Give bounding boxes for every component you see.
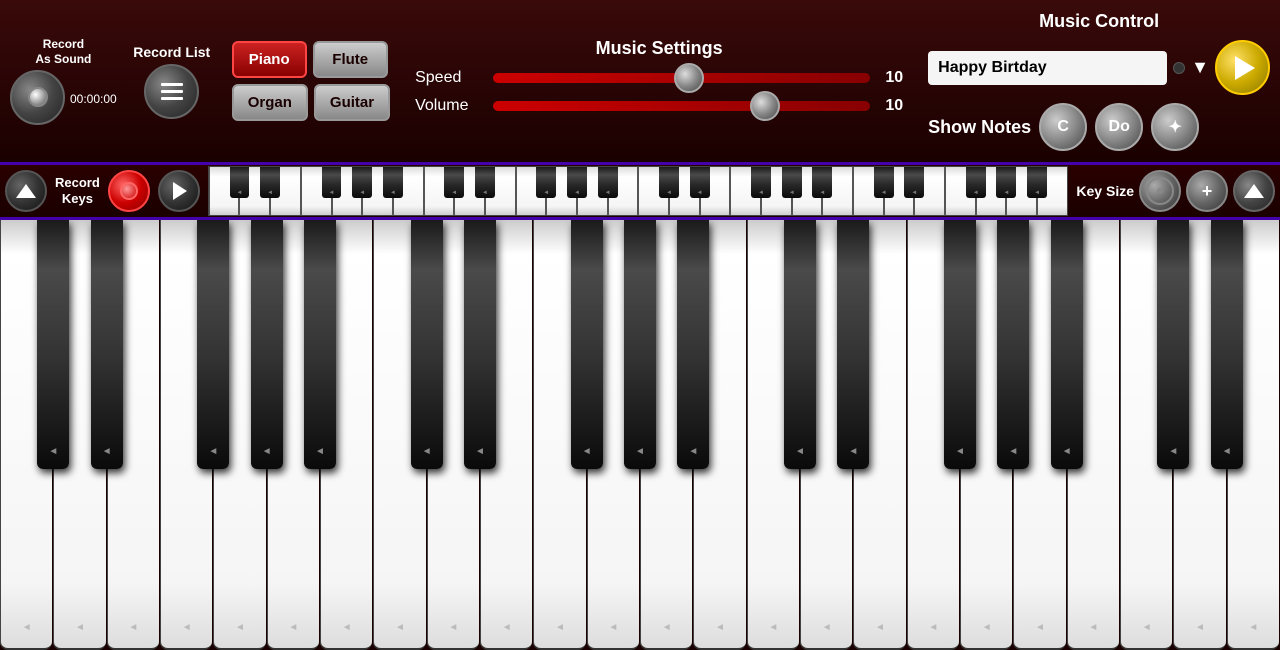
speed-knob[interactable]	[674, 63, 704, 93]
up-arrow-icon-2	[1244, 184, 1264, 198]
volume-slider-track	[493, 101, 870, 111]
song-dropdown-arrow[interactable]: ▼	[1191, 57, 1209, 78]
instrument-piano[interactable]: Piano	[232, 41, 307, 78]
mini-keyboard: ◄ ◄ ◄ ◄ ◄ ◄ ◄ ◄ ◄ ◄ ◄ ◄ ◄ ◄ ◄ ◄ ◄ ◄ ◄ ◄	[208, 166, 1069, 216]
play-icon	[173, 182, 187, 200]
volume-value: 10	[878, 97, 903, 115]
mini-black-key[interactable]: ◄	[690, 167, 710, 198]
record-keys-section: RecordKeys	[55, 175, 100, 206]
black-key[interactable]: ◄	[464, 220, 496, 469]
speed-label: Speed	[415, 69, 485, 87]
black-key[interactable]: ◄	[624, 220, 656, 469]
mini-black-key[interactable]: ◄	[444, 167, 464, 198]
mini-black-key[interactable]: ◄	[230, 167, 250, 198]
black-key[interactable]: ◄	[251, 220, 283, 469]
volume-knob[interactable]	[750, 91, 780, 121]
key-size-plus-button[interactable]: +	[1186, 170, 1228, 212]
volume-row: Volume 10	[415, 97, 903, 115]
record-list-section: Record List	[127, 44, 217, 119]
note-extra-button[interactable]: ✦	[1151, 103, 1199, 151]
music-control-title: Music Control	[928, 11, 1270, 32]
instrument-organ[interactable]: Organ	[232, 84, 308, 121]
play-keys-button[interactable]	[158, 170, 200, 212]
song-dot-indicator	[1173, 62, 1185, 74]
speed-slider-track	[493, 73, 870, 83]
mini-black-key[interactable]: ◄	[598, 167, 618, 198]
black-key[interactable]: ◄	[997, 220, 1029, 469]
show-notes-label: Show Notes	[928, 117, 1031, 138]
instrument-guitar[interactable]: Guitar	[314, 84, 390, 121]
black-key[interactable]: ◄	[784, 220, 816, 469]
note-c-button[interactable]: C	[1039, 103, 1087, 151]
key-size-label: Key Size	[1076, 183, 1134, 199]
mini-black-key[interactable]: ◄	[1027, 167, 1047, 198]
mini-black-key[interactable]: ◄	[659, 167, 679, 198]
record-list-label: Record List	[133, 44, 210, 60]
play-triangle-icon	[1235, 56, 1255, 80]
black-key[interactable]: ◄	[304, 220, 336, 469]
song-name-input[interactable]	[928, 51, 1167, 85]
key-size-up-button[interactable]	[1233, 170, 1275, 212]
mini-black-key[interactable]: ◄	[782, 167, 802, 198]
top-bar: Record As Sound 00:00:00 Record List Pia…	[0, 0, 1280, 165]
record-list-button[interactable]	[144, 64, 199, 119]
scroll-up-button[interactable]	[5, 170, 47, 212]
black-key[interactable]: ◄	[944, 220, 976, 469]
song-select-row: ▼	[928, 40, 1270, 95]
black-key[interactable]: ◄	[197, 220, 229, 469]
mini-black-key[interactable]: ◄	[874, 167, 894, 198]
mini-black-key[interactable]: ◄	[996, 167, 1016, 198]
music-settings-section: Music Settings Speed 10 Volume 10	[400, 38, 918, 125]
black-key[interactable]: ◄	[1051, 220, 1083, 469]
record-dot-icon	[120, 182, 138, 200]
mini-black-key[interactable]: ◄	[475, 167, 495, 198]
mini-black-key[interactable]: ◄	[751, 167, 771, 198]
black-key[interactable]: ◄	[411, 220, 443, 469]
black-key[interactable]: ◄	[571, 220, 603, 469]
record-as-sound-label: Record As Sound	[35, 37, 91, 66]
note-do-button[interactable]: Do	[1095, 103, 1143, 151]
black-key[interactable]: ◄	[837, 220, 869, 469]
speed-value: 10	[878, 69, 903, 87]
instrument-row: Piano Flute	[232, 41, 390, 78]
play-song-button[interactable]	[1215, 40, 1270, 95]
black-key[interactable]: ◄	[1211, 220, 1243, 469]
black-key[interactable]: ◄	[1157, 220, 1189, 469]
key-size-knob[interactable]	[1139, 170, 1181, 212]
key-size-area: Key Size +	[1076, 170, 1275, 212]
music-settings-title: Music Settings	[596, 38, 723, 59]
mini-black-key[interactable]: ◄	[260, 167, 280, 198]
volume-label: Volume	[415, 97, 485, 115]
mini-black-key[interactable]: ◄	[966, 167, 986, 198]
keys-bar: RecordKeys ◄ ◄ ◄ ◄ ◄ ◄ ◄ ◄ ◄ ◄ ◄ ◄ ◄ ◄ ◄ ◄ ◄ ◄ ◄ ◄ Key Size…	[0, 165, 1280, 220]
record-as-sound-section: Record As Sound 00:00:00	[10, 37, 117, 125]
timer-display: 00:00:00	[70, 92, 117, 106]
mini-black-key[interactable]: ◄	[383, 167, 403, 198]
mini-black-key[interactable]: ◄	[536, 167, 556, 198]
music-control-section: Music Control ▼ Show Notes C Do ✦	[928, 11, 1270, 151]
mini-black-key[interactable]: ◄	[904, 167, 924, 198]
list-icon	[161, 83, 183, 100]
mini-black-key[interactable]: ◄	[812, 167, 832, 198]
instrument-flute[interactable]: Flute	[313, 41, 388, 78]
mini-black-key[interactable]: ◄	[567, 167, 587, 198]
show-notes-row: Show Notes C Do ✦	[928, 103, 1270, 151]
record-keys-label: RecordKeys	[55, 175, 100, 206]
black-key[interactable]: ◄	[37, 220, 69, 469]
instrument-row-2: Organ Guitar	[232, 84, 390, 121]
record-button-inner	[28, 87, 48, 107]
piano-area: ◄◄◄◄◄◄◄◄◄◄◄◄◄◄◄◄◄◄◄◄◄◄◄◄◄◄◄◄◄◄◄◄◄◄◄◄◄◄◄◄…	[0, 220, 1280, 650]
record-keys-button[interactable]	[108, 170, 150, 212]
speed-row: Speed 10	[415, 69, 903, 87]
up-arrow-icon	[16, 184, 36, 198]
piano-keyboard: ◄◄◄◄◄◄◄◄◄◄◄◄◄◄◄◄◄◄◄◄◄◄◄◄◄◄◄◄◄◄◄◄◄◄◄◄◄◄◄◄…	[0, 220, 1280, 650]
black-key[interactable]: ◄	[677, 220, 709, 469]
mini-black-key[interactable]: ◄	[352, 167, 372, 198]
record-as-sound-button[interactable]	[10, 70, 65, 125]
instruments-section: Piano Flute Organ Guitar	[232, 41, 390, 121]
mini-black-key[interactable]: ◄	[322, 167, 342, 198]
black-key[interactable]: ◄	[91, 220, 123, 469]
